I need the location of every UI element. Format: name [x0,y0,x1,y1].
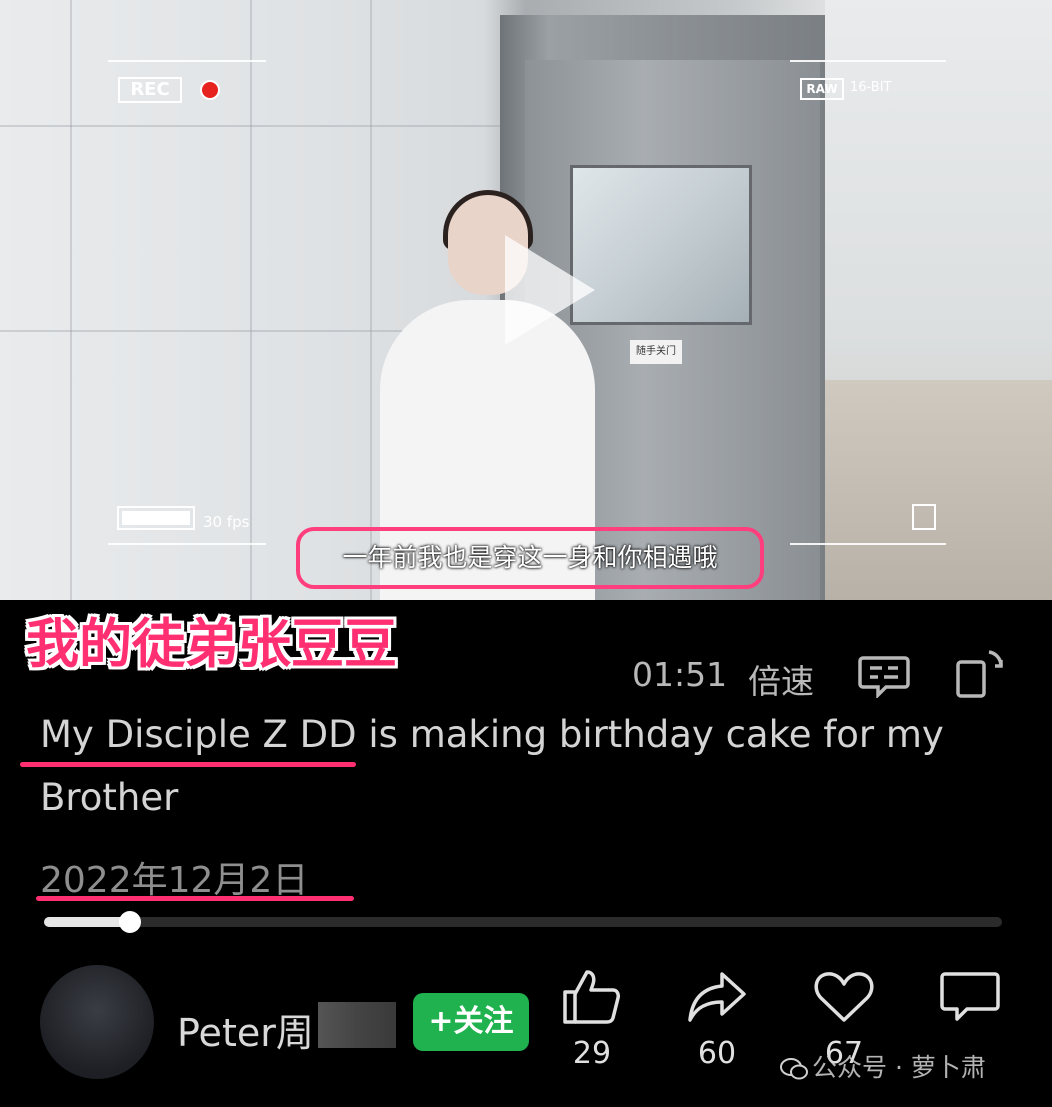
comment-button[interactable] [930,968,1010,1030]
comment-icon [940,972,1000,1021]
follow-button[interactable]: +关注 [413,993,529,1051]
video-duration: 01:51 [632,655,728,694]
thumbs-up-icon [563,970,620,1024]
name-mosaic [318,1002,396,1048]
raw-label: RAW [800,78,844,100]
video-subtitle: 一年前我也是穿这一身和你相遇哦 [296,527,764,589]
frame-corner-line [790,60,946,62]
progress-fill [44,917,131,927]
wechat-icon [780,1058,808,1080]
wall-tile-line [0,125,500,127]
author-name[interactable]: Peter周 [177,1002,314,1057]
rotate-screen-icon[interactable] [955,648,1005,704]
wall-tile-line [70,0,72,600]
wall-tile-line [250,0,252,600]
share-button[interactable]: 60 [677,968,757,1071]
watermark: 公众号 · 萝卜肃 [780,1048,986,1084]
highlight-underline [36,896,354,901]
like-count: 29 [572,1036,612,1071]
avatar[interactable] [40,965,154,1079]
door-sign: 随手关门 [630,340,682,364]
progress-bar[interactable] [44,911,1002,933]
watermark-text: 公众号 · 萝卜肃 [812,1053,986,1082]
door-window [570,165,752,325]
battery-icon [117,506,195,530]
play-icon[interactable] [505,235,595,345]
overlay-title: 我的徒弟张豆豆 [26,614,397,675]
like-button[interactable]: 29 [552,968,632,1071]
share-count: 60 [697,1036,737,1071]
kitchen-floor [825,380,1052,600]
rec-label: REC [118,77,182,103]
fps-label: 30 fps [203,513,250,531]
rec-dot-icon [200,80,220,100]
highlight-underline [20,762,356,767]
frame-corner-line [108,543,266,545]
speed-button[interactable]: 倍速 [748,655,814,703]
share-icon [688,972,746,1022]
document-icon [912,504,936,530]
danmu-icon[interactable] [858,654,910,702]
bit-depth-label: 16-BIT [850,80,892,95]
progress-knob[interactable] [119,911,142,933]
wall-tile-line [370,0,372,600]
frame-corner-line [108,60,266,62]
video-player[interactable]: 随手关门 REC RAW 16-BIT 30 fps 一年前我也是穿这一身和你相… [0,0,1052,600]
frame-corner-line [790,543,946,545]
heart-icon [814,972,874,1022]
